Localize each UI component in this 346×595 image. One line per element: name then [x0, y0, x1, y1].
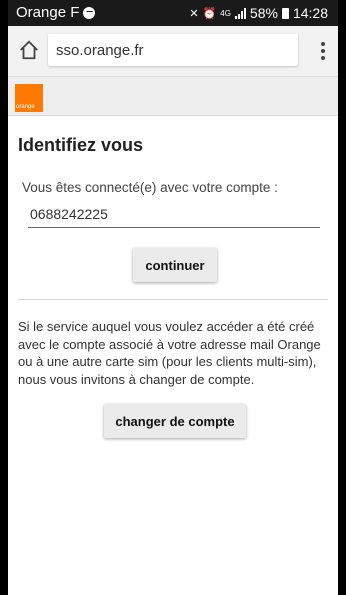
- mute-icon: ✕: [189, 7, 199, 20]
- messenger-icon: [83, 6, 96, 19]
- clock: 14:28: [292, 5, 328, 21]
- battery-icon: [281, 7, 289, 19]
- connected-label: Vous êtes connecté(e) avec votre compte …: [22, 180, 278, 195]
- account-field[interactable]: 0688242225: [28, 203, 320, 228]
- network-type: 4G: [220, 8, 231, 18]
- status-right: ✕ ⏰ 4G 58% 14:28: [189, 5, 328, 21]
- change-account-button[interactable]: changer de compte: [104, 404, 246, 438]
- account-number: 0688242225: [30, 206, 108, 222]
- logo-text: orange: [16, 104, 35, 110]
- status-left: Orange F: [16, 4, 96, 21]
- more-options-icon[interactable]: [320, 42, 326, 60]
- battery-percent: 58%: [249, 5, 278, 21]
- url-text: sso.orange.fr: [56, 42, 144, 59]
- url-bar[interactable]: sso.orange.fr: [48, 34, 298, 66]
- browser-toolbar: sso.orange.fr: [8, 26, 338, 77]
- status-bar: Orange F ✕ ⏰ 4G 58% 14:28: [8, 0, 338, 26]
- divider: [18, 299, 328, 300]
- page-title: Identifiez vous: [18, 135, 144, 155]
- continue-button[interactable]: continuer: [133, 248, 217, 282]
- signal-icon: [234, 7, 246, 19]
- carrier-name: Orange F: [16, 4, 80, 21]
- brand-header: orange: [8, 77, 338, 116]
- phone-screen: Orange F ✕ ⏰ 4G 58% 14:28 sso.orange.fr …: [8, 0, 338, 595]
- home-icon[interactable]: [18, 39, 40, 61]
- alarm-icon: ⏰: [202, 7, 217, 20]
- orange-logo[interactable]: orange: [15, 84, 43, 112]
- info-text: Si le service auquel vous voulez accéder…: [18, 319, 321, 387]
